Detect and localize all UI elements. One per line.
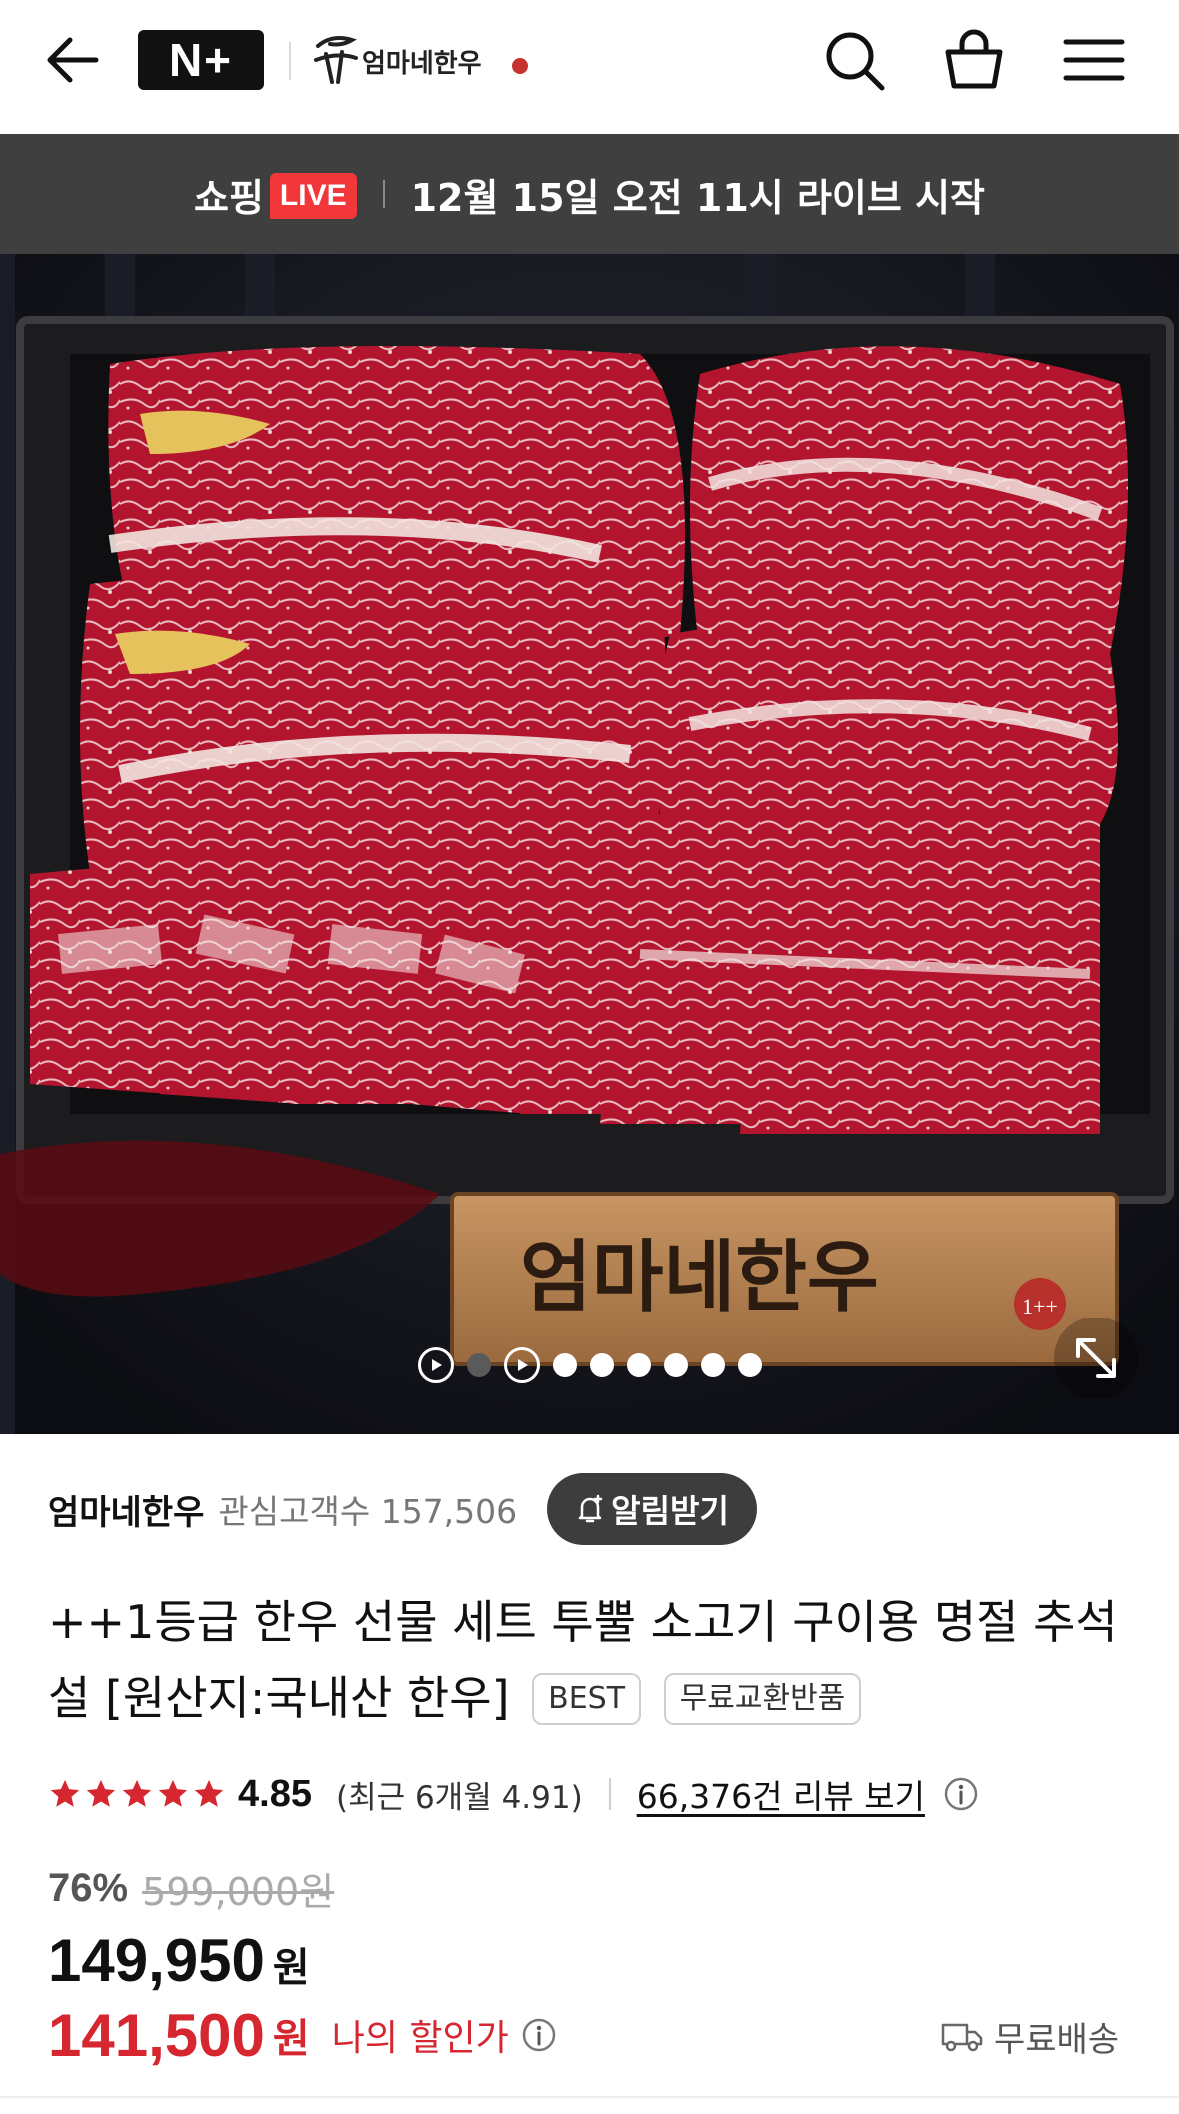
alarm-subscribe-label: 알림받기 — [611, 1492, 729, 1530]
star-icon — [122, 1779, 152, 1807]
search-icon — [826, 32, 885, 91]
carousel-video-play-button[interactable] — [417, 1347, 454, 1383]
app-header: N+ 엄마네한우 — [0, 0, 1179, 134]
my-discount-price-row: 141,500 원 나의 할인가 — [48, 2000, 557, 2070]
product-photo: 엄마네한우 1++ — [0, 254, 1179, 1434]
carousel-dot[interactable] — [552, 1353, 577, 1377]
live-schedule-text: 12월 15일 오전 11시 라이브 시작 — [410, 175, 985, 220]
original-price: 599,000원 — [142, 1869, 335, 1914]
expand-image-button[interactable] — [1046, 1316, 1146, 1400]
live-banner-shopping-label: 쇼핑 — [193, 175, 264, 220]
star-rating — [48, 1777, 226, 1811]
product-title-block: ++1등급 한우 선물 세트 투뿔 소고기 구이용 명절 추석 설 [원산지:국… — [48, 1584, 1138, 1736]
my-discount-currency: 원 — [272, 2016, 310, 2062]
back-button[interactable] — [40, 28, 104, 92]
store-logo-calligraphy-icon: 엄마네한우 — [314, 36, 528, 84]
live-shopping-banner[interactable]: 쇼핑 LIVE 12월 15일 오전 11시 라이브 시작 — [0, 134, 1179, 254]
sale-price-row: 149,950 원 — [48, 1926, 310, 1996]
rating-score: 4.85 — [238, 1772, 312, 1815]
info-icon[interactable] — [521, 2017, 557, 2053]
section-divider — [0, 2096, 1179, 2098]
play-icon — [517, 1359, 528, 1371]
followers-count: 관심고객수 157,506 — [218, 1492, 518, 1531]
play-icon — [431, 1359, 442, 1371]
star-icon — [194, 1779, 224, 1807]
carousel-dot[interactable] — [700, 1353, 725, 1377]
my-discount-label: 나의 할인가 — [331, 2018, 509, 2059]
carousel-dot[interactable] — [663, 1353, 688, 1377]
carousel-dot[interactable] — [626, 1353, 651, 1377]
star-icon — [50, 1779, 80, 1807]
star-icon — [158, 1779, 188, 1807]
info-icon[interactable] — [943, 1776, 979, 1812]
best-tag: BEST — [532, 1673, 642, 1725]
back-arrow-icon — [47, 37, 99, 83]
alarm-subscribe-button[interactable]: 알림받기 — [547, 1473, 757, 1545]
plaque-text: 엄마네한우 — [520, 1232, 879, 1323]
carousel-dot[interactable] — [466, 1353, 491, 1377]
store-info-row: 엄마네한우 관심고객수 157,506 알림받기 — [48, 1473, 757, 1545]
carousel-dot[interactable] — [737, 1353, 762, 1377]
carousel-video-play-button[interactable] — [503, 1347, 540, 1383]
store-logo-text: 엄마네한우 — [362, 49, 482, 79]
rating-divider — [608, 1778, 611, 1810]
discount-row: 76% 599,000원 — [48, 1860, 334, 1916]
shopping-bag-icon — [945, 29, 1003, 89]
product-image-carousel[interactable]: 엄마네한우 1++ — [0, 254, 1179, 1434]
expand-arrows-icon — [1054, 1316, 1138, 1400]
header-divider — [289, 42, 291, 80]
grade-badge-text: 1++ — [1022, 1294, 1058, 1319]
carousel-indicators — [0, 1345, 1179, 1385]
reviews-link[interactable]: 66,376건 리뷰 보기 — [637, 1770, 925, 1818]
recent-rating: (최근 6개월 4.91) — [335, 1779, 583, 1816]
menu-button[interactable] — [1060, 26, 1128, 94]
star-icon — [86, 1779, 116, 1807]
live-badge: LIVE — [269, 173, 357, 219]
search-button[interactable] — [820, 26, 888, 94]
banner-divider — [382, 180, 385, 208]
nplus-store-badge[interactable]: N+ — [138, 30, 264, 90]
discount-rate: 76% — [48, 1865, 129, 1910]
bell-plus-icon — [578, 1494, 603, 1523]
free-return-tag: 무료교환반품 — [663, 1673, 862, 1725]
rating-row: 4.85 (최근 6개월 4.91) 66,376건 리뷰 보기 — [48, 1764, 979, 1824]
shipping-label: 무료배송 — [994, 2019, 1120, 2060]
shipping-info: 무료배송 — [940, 2008, 1119, 2064]
delivery-truck-icon — [941, 2023, 983, 2052]
cart-button[interactable] — [940, 26, 1008, 94]
sale-price: 149,950 — [48, 1927, 265, 1994]
menu-icon — [1063, 39, 1125, 81]
store-name[interactable]: 엄마네한우 — [48, 1485, 204, 1534]
my-discount-price: 141,500 — [48, 2001, 265, 2069]
sale-price-currency: 원 — [272, 1945, 310, 1991]
carousel-dot[interactable] — [589, 1353, 614, 1377]
store-logo[interactable]: 엄마네한우 — [312, 30, 532, 90]
